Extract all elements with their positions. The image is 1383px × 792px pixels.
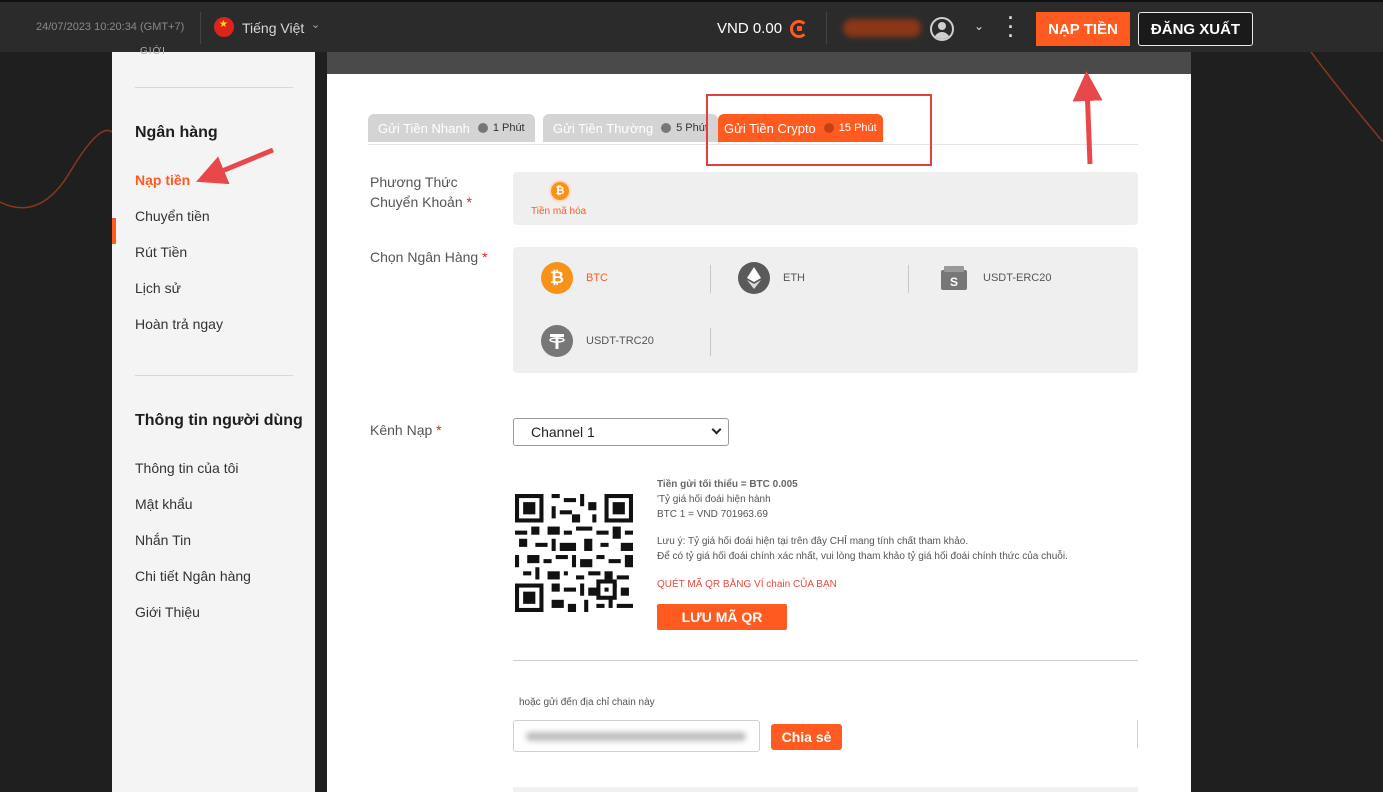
divider: [1137, 720, 1138, 748]
min-deposit-text: Tiền gửi tối thiểu = BTC 0.005: [657, 479, 798, 490]
top-bar: 24/07/2023 10:20:34 (GMT+7) Tiếng Việt ⌄…: [0, 0, 1383, 52]
divider: [710, 328, 711, 356]
address-field[interactable]: [513, 720, 760, 752]
username-blurred: [843, 19, 921, 37]
background-curve-right: [1310, 52, 1383, 143]
sidebar-item-my-info[interactable]: Thông tin của tôi: [135, 460, 239, 476]
main-content: Gửi Tiền Nhanh 1 Phút Gửi Tiền Thường 5 …: [327, 52, 1191, 792]
chevron-down-icon[interactable]: ⌄: [311, 18, 320, 31]
tab-time: 5 Phút: [676, 122, 708, 134]
header-strip: [327, 52, 1191, 74]
balance-text: VND 0.00: [717, 20, 783, 37]
tab-fast-deposit[interactable]: Gửi Tiền Nhanh 1 Phút: [368, 114, 535, 142]
divider: [200, 12, 201, 44]
section-divider: [513, 660, 1138, 661]
language-selector[interactable]: Tiếng Việt: [242, 20, 304, 36]
tab-time: 1 Phút: [492, 122, 525, 134]
sidebar-item-rebate[interactable]: Hoàn trả ngay: [135, 316, 223, 332]
svg-text:S: S: [950, 275, 958, 289]
channel-label: Kênh Nạp *: [370, 422, 442, 438]
sidebar-item-deposit[interactable]: Nạp tiền: [135, 172, 190, 188]
sidebar-heading-bank: Ngân hàng: [135, 124, 218, 141]
sidebar-item-history[interactable]: Lịch sử: [135, 280, 181, 296]
note-text-1: Lưu ý: Tỷ giá hối đoái hiện tại trên đây…: [657, 536, 969, 547]
share-button[interactable]: Chia sẻ: [771, 724, 842, 750]
sidebar-item-referral[interactable]: Giới Thiệu: [135, 604, 200, 620]
sidebar-divider: [135, 375, 293, 376]
wallet-icon: S: [938, 262, 970, 294]
bitcoin-icon: ₿: [541, 262, 573, 294]
address-blurred: [526, 732, 746, 741]
bitcoin-icon[interactable]: ₿: [549, 180, 571, 202]
bank-select-panel: ₿ BTC ETH S USDT-ERC20 USDT-TRC20: [513, 247, 1138, 373]
rate-value-text: BTC 1 = VND 701963.69: [657, 509, 768, 520]
rate-title-text: 'Tỷ giá hối đoái hiện hành: [657, 494, 771, 505]
user-avatar-icon[interactable]: [930, 17, 954, 41]
sidebar: GIỚI Ngân hàng Nạp tiền Chuyển tiền Rút …: [112, 46, 315, 792]
channel-select[interactable]: Channel 1: [513, 418, 729, 446]
sidebar-item-password[interactable]: Mật khẩu: [135, 496, 193, 512]
clock-icon: [661, 123, 672, 133]
clock-icon: [477, 123, 488, 133]
bank-option-eth[interactable]: ETH: [738, 262, 805, 294]
bank-select-label: Chọn Ngân Hàng *: [370, 249, 488, 265]
background-curve-left: [0, 129, 112, 209]
vietnam-flag-icon[interactable]: [214, 17, 234, 37]
tab-label: Gửi Tiền Thường: [553, 120, 654, 136]
bank-option-usdt-trc20[interactable]: USDT-TRC20: [541, 325, 654, 357]
active-indicator: [112, 218, 116, 244]
tab-normal-deposit[interactable]: Gửi Tiền Thường 5 Phút: [543, 114, 718, 142]
tether-icon: [541, 325, 573, 357]
sidebar-divider: [135, 87, 293, 88]
ethereum-icon: [738, 262, 770, 294]
more-vertical-icon[interactable]: · · ·: [1003, 9, 1019, 45]
scan-qr-text: QUÉT MÃ QR BẰNG VÍ chain CỦA BẠN: [657, 579, 837, 590]
bank-option-btc[interactable]: ₿ BTC: [541, 262, 608, 294]
deposit-button[interactable]: NẠP TIỀN: [1036, 12, 1130, 46]
sidebar-item-bank-details[interactable]: Chi tiết Ngân hàng: [135, 568, 251, 584]
sidebar-item-transfer[interactable]: Chuyển tiền: [135, 208, 210, 224]
next-section-hint: [513, 787, 1138, 792]
save-qr-button[interactable]: LƯU MÃ QR: [657, 604, 787, 630]
divider: [826, 12, 827, 44]
chevron-down-icon: [711, 424, 722, 435]
sidebar-item-withdraw[interactable]: Rút Tiền: [135, 244, 187, 260]
crypto-method-option[interactable]: Tiền mã hóa: [531, 206, 586, 217]
highlight-box: [706, 94, 932, 166]
sidebar-heading-user-info: Thông tin người dùng: [135, 412, 303, 429]
logout-button[interactable]: ĐĂNG XUẤT: [1138, 12, 1253, 46]
sidebar-top-text: GIỚI: [140, 46, 166, 57]
note-text-2: Để có tỷ giá hối đoái chính xác nhất, vu…: [657, 551, 1068, 562]
divider: [710, 265, 711, 293]
tab-label: Gửi Tiền Nhanh: [378, 120, 470, 136]
qr-code: [515, 494, 633, 612]
divider: [908, 265, 909, 293]
datetime-text: 24/07/2023 10:20:34 (GMT+7): [36, 21, 185, 33]
channel-select-value: Channel 1: [531, 424, 595, 440]
chevron-down-icon[interactable]: ⌄: [974, 19, 984, 33]
refresh-icon[interactable]: [790, 20, 808, 38]
transfer-method-label: Phương Thức Chuyển Khoản *: [370, 174, 472, 210]
transfer-method-panel: ₿ Tiền mã hóa: [513, 172, 1138, 225]
sidebar-item-messages[interactable]: Nhắn Tin: [135, 532, 191, 548]
address-label: hoặc gửi đến địa chỉ chain này: [519, 697, 655, 708]
bank-option-usdt-erc20[interactable]: S USDT-ERC20: [938, 262, 1051, 294]
